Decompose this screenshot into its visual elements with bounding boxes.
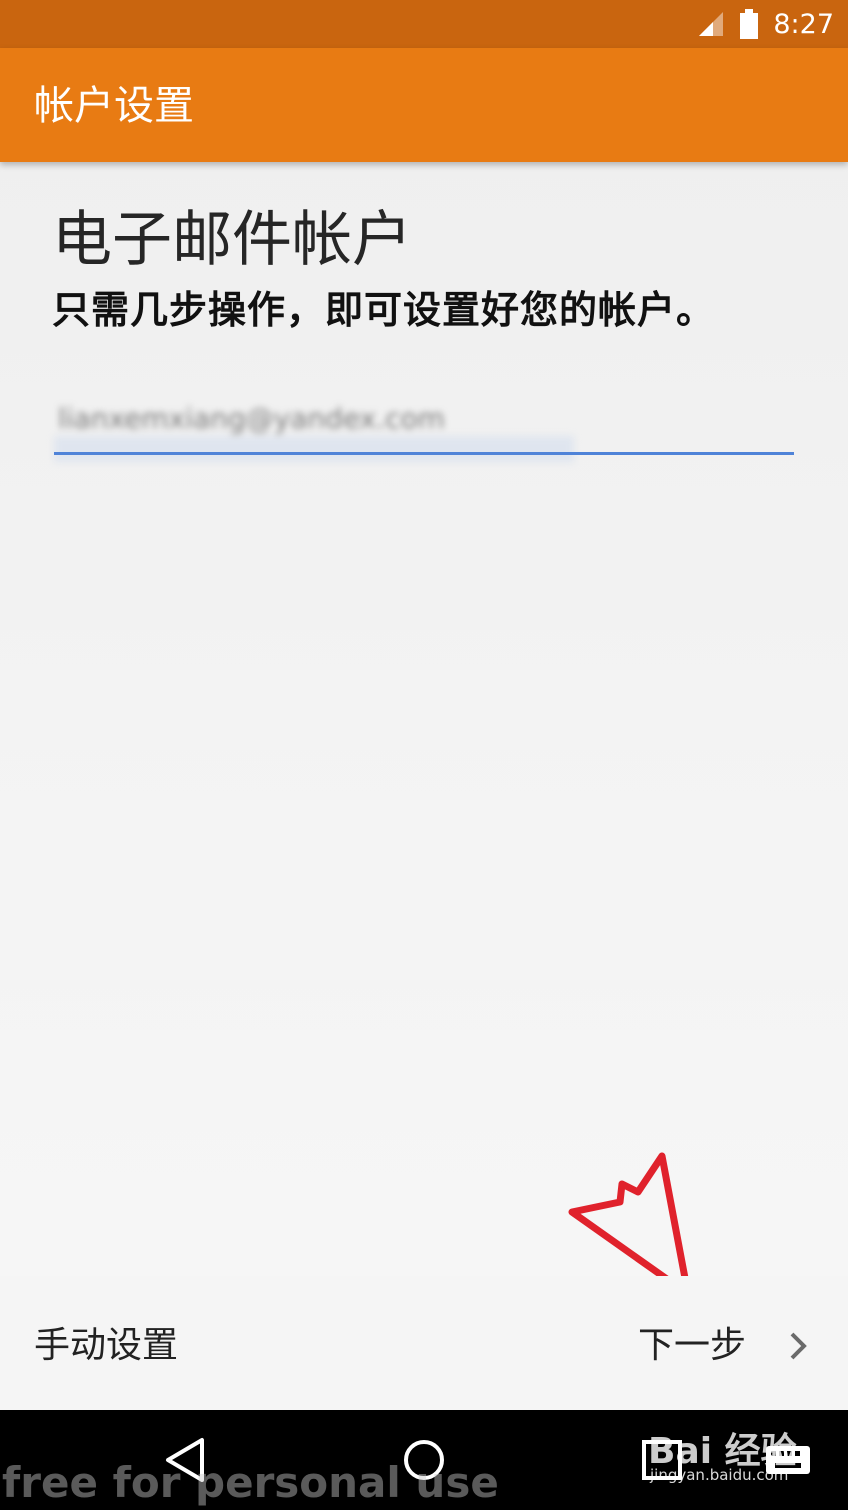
watermark-text: free for personal use [2, 1458, 499, 1507]
email-value: lianxemxiang@yandex.com [58, 402, 445, 435]
battery-icon [740, 9, 759, 39]
baidu-jingyan-logo: Bai 经验 jingyan.baidu.com [644, 1418, 804, 1490]
email-field-underline [54, 452, 794, 455]
status-time: 8:27 [773, 8, 834, 40]
app-bar: 帐户设置 [0, 48, 848, 162]
page-title: 电子邮件帐户 [52, 205, 412, 275]
cellular-signal-icon [699, 12, 724, 36]
screen: 8:27 帐户设置 电子邮件帐户 只需几步操作，即可设置好您的帐户。 lianx… [0, 0, 848, 1510]
page-subtitle: 只需几步操作，即可设置好您的帐户。 [52, 288, 716, 332]
status-bar: 8:27 [0, 0, 848, 48]
status-icons: 8:27 [697, 0, 834, 48]
next-button[interactable]: 下一步 [638, 1316, 808, 1376]
app-title: 帐户设置 [34, 83, 194, 129]
email-field[interactable]: lianxemxiang@yandex.com [54, 396, 794, 462]
next-label: 下一步 [637, 1325, 746, 1366]
baidu-logo-url: jingyan.baidu.com [650, 1466, 789, 1484]
email-field-highlight [54, 436, 574, 462]
footer-bar: 手动设置 下一步 [0, 1276, 848, 1410]
chevron-right-icon [790, 1332, 807, 1360]
manual-setup-button[interactable]: 手动设置 [34, 1322, 178, 1370]
